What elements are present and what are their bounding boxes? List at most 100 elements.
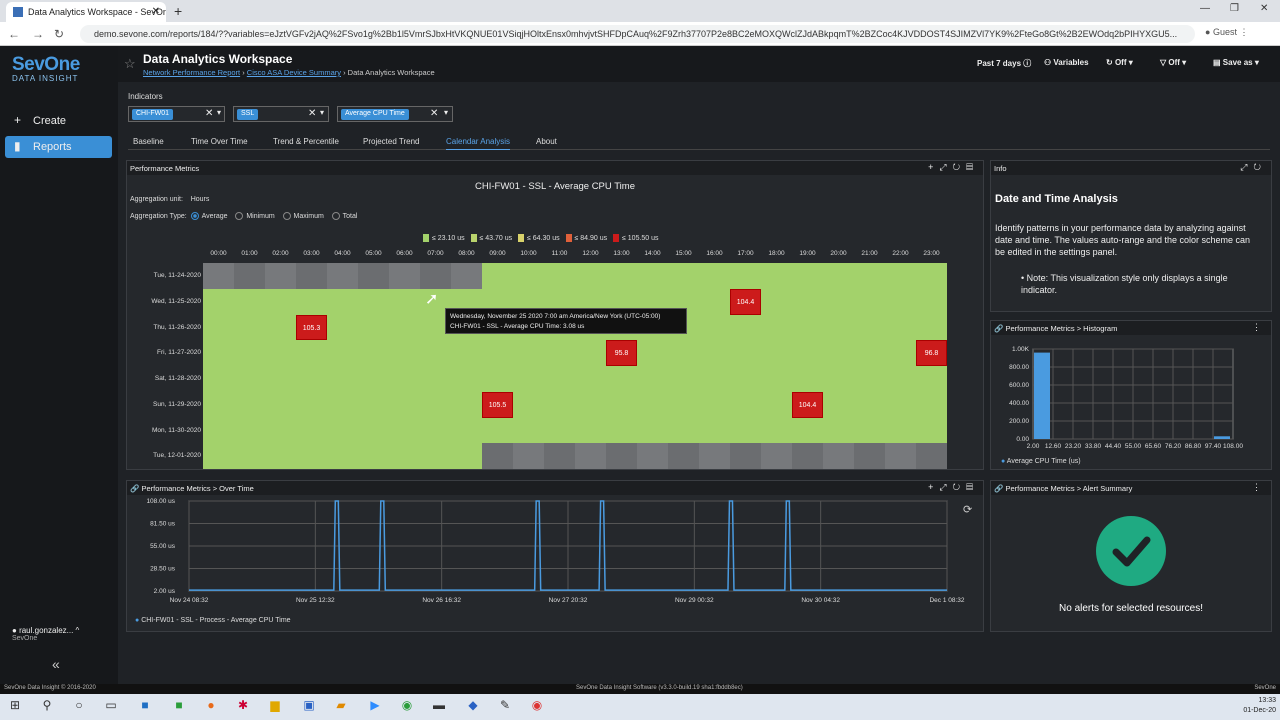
heatmap-cell[interactable] (885, 417, 916, 444)
heatmap-cell[interactable] (234, 288, 265, 315)
heatmap-cell[interactable] (792, 443, 823, 469)
heatmap-cell-high[interactable]: 95.8 (606, 340, 637, 366)
variables-button[interactable]: ⚇ Variables (1044, 58, 1089, 67)
heatmap-cell[interactable] (513, 263, 544, 289)
heatmap-cell[interactable] (730, 340, 761, 366)
search-icon[interactable]: ⚲ (38, 698, 56, 716)
heatmap-cell[interactable] (854, 366, 885, 392)
heatmap-cell[interactable] (296, 391, 327, 418)
heatmap-cell[interactable] (327, 391, 358, 418)
app-icon[interactable]: ▣ (300, 698, 318, 716)
app-icon[interactable]: ◆ (464, 698, 482, 716)
heatmap-cell[interactable] (916, 417, 947, 444)
radio-minimum[interactable]: Minimum (235, 212, 275, 220)
heatmap-cell[interactable] (916, 263, 947, 289)
heatmap-cell[interactable] (575, 391, 606, 418)
heatmap-cell[interactable] (203, 391, 234, 418)
heatmap-cell[interactable] (296, 443, 327, 469)
heatmap-cell[interactable] (637, 366, 668, 392)
heatmap-cell[interactable] (451, 417, 482, 444)
close-window-icon[interactable]: ✕ (1260, 3, 1268, 14)
heatmap-cell[interactable] (358, 366, 389, 392)
heatmap-cell[interactable] (265, 443, 296, 469)
heatmap-cell[interactable] (606, 417, 637, 444)
heatmap-cell[interactable] (854, 263, 885, 289)
heatmap-cell[interactable] (792, 340, 823, 366)
heatmap-cell[interactable] (203, 366, 234, 392)
heatmap-cell[interactable] (885, 340, 916, 366)
terminal-icon[interactable]: ▬ (430, 698, 448, 716)
app-icon[interactable]: ✎ (496, 698, 514, 716)
browser-tab[interactable]: Data Analytics Workspace - SevOne ✕ (6, 2, 166, 22)
heatmap-cell[interactable] (730, 314, 761, 341)
heatmap-cell[interactable] (761, 417, 792, 444)
heatmap-cell[interactable] (637, 417, 668, 444)
heatmap-cell[interactable] (389, 314, 420, 341)
heatmap-cell[interactable] (668, 391, 699, 418)
url-field[interactable]: demo.sevone.com/reports/184/??variables=… (80, 25, 1195, 43)
heatmap-cell[interactable] (823, 288, 854, 315)
chevron-down-icon[interactable]: ▾ (444, 108, 448, 117)
chrome-icon[interactable]: ◉ (398, 698, 416, 716)
heatmap-cell[interactable] (761, 366, 792, 392)
heatmap-cell[interactable] (451, 443, 482, 469)
minimize-icon[interactable]: — (1200, 3, 1210, 14)
heatmap-cell[interactable] (265, 417, 296, 444)
heatmap-cell[interactable] (699, 417, 730, 444)
heatmap-cell[interactable] (730, 263, 761, 289)
forward-icon[interactable]: → (32, 27, 44, 41)
heatmap-cell[interactable] (575, 263, 606, 289)
heatmap-cell[interactable] (327, 288, 358, 315)
heatmap-cell[interactable] (544, 391, 575, 418)
heatmap-cell[interactable] (513, 340, 544, 366)
heatmap-cell[interactable] (823, 366, 854, 392)
heatmap-cell-high[interactable]: 105.5 (482, 391, 513, 418)
object-selector[interactable]: SSL ✕ ▾ (233, 106, 329, 122)
heatmap-cell[interactable] (265, 366, 296, 392)
heatmap-cell[interactable] (885, 263, 916, 289)
heatmap-cell[interactable] (668, 417, 699, 444)
heatmap-cell[interactable] (699, 263, 730, 289)
chevron-down-icon[interactable]: ▾ (320, 108, 324, 117)
outlook-icon[interactable]: ■ (136, 698, 154, 716)
heatmap-cell[interactable] (203, 417, 234, 444)
heatmap-cell[interactable] (854, 443, 885, 469)
sidebar-item-reports[interactable]: ▮ Reports (5, 136, 112, 158)
heatmap-cell[interactable] (203, 443, 234, 469)
reset-zoom-icon[interactable]: ⟳ (963, 503, 972, 516)
heatmap-cell[interactable] (420, 391, 451, 418)
refresh-off-button[interactable]: ↻ Off ▾ (1106, 58, 1133, 67)
heatmap-cell[interactable] (730, 366, 761, 392)
radio-average[interactable]: Average (190, 212, 228, 220)
heatmap-cell[interactable] (823, 391, 854, 418)
heatmap-cell[interactable] (544, 366, 575, 392)
heatmap-cell[interactable] (327, 443, 358, 469)
heatmap-cell[interactable] (823, 340, 854, 366)
heatmap-cell[interactable] (823, 263, 854, 289)
heatmap-cell[interactable] (885, 366, 916, 392)
calendar-icon[interactable]: ■ (170, 698, 188, 716)
heatmap-cell-high[interactable]: 105.3 (296, 314, 327, 341)
tab-baseline[interactable]: Baseline (133, 137, 164, 146)
heatmap-cell[interactable] (296, 417, 327, 444)
clear-icon[interactable]: ✕ (308, 108, 316, 119)
heatmap-cell[interactable] (544, 340, 575, 366)
heatmap-cell[interactable] (203, 314, 234, 341)
slack-icon[interactable]: ✱ (234, 698, 252, 716)
heatmap-cell[interactable] (358, 263, 389, 289)
panel-actions[interactable]: +⤢↻▤ (928, 162, 979, 173)
clear-icon[interactable]: ✕ (205, 108, 213, 119)
heatmap-cell[interactable] (916, 443, 947, 469)
heatmap-cell[interactable] (916, 314, 947, 341)
heatmap-cell[interactable] (885, 288, 916, 315)
heatmap-cell[interactable] (699, 340, 730, 366)
heatmap-cell[interactable] (327, 366, 358, 392)
heatmap-cell-high[interactable]: 96.8 (916, 340, 947, 366)
heatmap-cell[interactable] (730, 391, 761, 418)
chrome-active-icon[interactable]: ◉ (528, 698, 546, 716)
heatmap-cell[interactable] (482, 417, 513, 444)
heatmap-cell[interactable] (513, 417, 544, 444)
heatmap-cell[interactable] (761, 443, 792, 469)
heatmap-cell[interactable] (358, 391, 389, 418)
heatmap-cell[interactable] (451, 366, 482, 392)
